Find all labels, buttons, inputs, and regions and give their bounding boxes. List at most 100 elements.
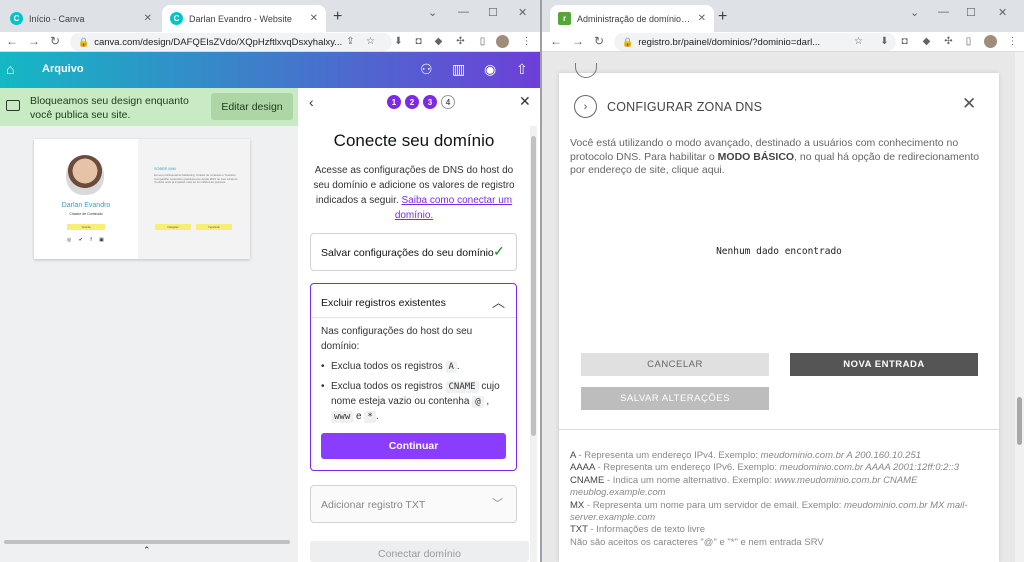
maximize-icon[interactable]: ☐ xyxy=(488,6,498,19)
reload-icon[interactable]: ↻ xyxy=(50,34,60,48)
banner-text: Bloqueamos seu design enquanto você publ… xyxy=(30,95,189,121)
legend-key: MX xyxy=(570,499,585,511)
menu-dots-icon[interactable]: ⋮ xyxy=(520,35,533,48)
design-instagram-button: Instagram xyxy=(155,224,191,230)
forward-icon[interactable]: → xyxy=(28,34,40,48)
back-icon[interactable]: ← xyxy=(6,34,18,48)
code-at: @ xyxy=(472,396,484,408)
legend-item-txt: TXT - Informações de texto livre xyxy=(570,524,990,536)
chevron-down-icon[interactable]: ⌄ xyxy=(428,6,437,19)
close-icon[interactable]: ✕ xyxy=(698,13,706,24)
partial-circle-icon xyxy=(575,63,597,78)
social-icons: ◎ ✔ f ▣ xyxy=(67,237,107,243)
back-chevron-icon[interactable]: ‹ xyxy=(309,94,314,110)
code-star: * xyxy=(364,411,376,423)
chevron-up-icon[interactable]: ︿ xyxy=(492,292,505,311)
forward-icon[interactable]: → xyxy=(572,34,584,48)
tab-registro[interactable]: r Administração de domínio - Reg ✕ xyxy=(550,5,714,32)
new-tab-icon[interactable]: + xyxy=(718,8,727,26)
continue-button[interactable]: Continuar xyxy=(321,433,506,459)
basic-mode-label: MODO BÁSICO xyxy=(717,150,795,163)
profile-avatar-icon[interactable] xyxy=(984,35,997,48)
lock-icon: 🔒 xyxy=(78,36,90,47)
reload-icon[interactable]: ↻ xyxy=(594,34,604,48)
tab-website[interactable]: C Darlan Evandro - Website ✕ xyxy=(162,5,326,32)
add-txt-step[interactable]: Adicionar registro TXT ﹀ xyxy=(310,485,517,523)
tab-canva-home[interactable]: C Início - Canva ✕ xyxy=(2,5,160,32)
metamask-icon[interactable]: ◆ xyxy=(432,35,445,48)
delete-records-step: Excluir registros existentes ︿ Nas confi… xyxy=(310,283,517,471)
panel-title: Conecte seu domínio xyxy=(333,131,495,150)
canva-favicon-icon: C xyxy=(10,12,23,25)
step-2: 2 xyxy=(405,95,419,109)
page-scrollbar[interactable] xyxy=(1015,52,1024,562)
sidebar-icon[interactable]: ▯ xyxy=(962,35,975,48)
eye-icon[interactable]: ◉ xyxy=(484,61,496,78)
monitor-icon xyxy=(6,100,20,111)
star-icon[interactable]: ☆ xyxy=(364,35,377,48)
chevron-down-icon[interactable]: ⌄ xyxy=(910,6,919,19)
chevron-down-icon: ﹀ xyxy=(492,498,503,510)
bullet-text: e xyxy=(353,411,365,422)
cancel-button[interactable]: CANCELAR xyxy=(581,353,769,376)
profile-photo xyxy=(66,155,104,195)
chevron-up-icon[interactable]: ⌃ xyxy=(143,545,151,556)
code-cname: CNAME xyxy=(445,381,479,393)
stepper: 1 2 3 4 xyxy=(387,95,455,109)
star-icon[interactable]: ☆ xyxy=(852,35,865,48)
minimize-icon[interactable]: — xyxy=(458,6,469,18)
metamask-icon[interactable]: ◆ xyxy=(920,35,933,48)
extensions-puzzle-icon[interactable]: ✣ xyxy=(454,35,467,48)
camera-extension-icon[interactable]: ◘ xyxy=(412,35,425,48)
close-icon[interactable]: ✕ xyxy=(962,94,976,114)
extensions-puzzle-icon[interactable]: ✣ xyxy=(942,35,955,48)
close-icon[interactable]: ✕ xyxy=(310,13,318,24)
close-icon[interactable]: ✕ xyxy=(144,13,152,24)
browser-toolbar: ← → ↻ 🔒 registro.br/painel/dominios/?dom… xyxy=(542,32,1024,52)
design-about-heading: SOBRE MIM xyxy=(154,167,176,171)
save-changes-button[interactable]: SALVAR ALTERAÇÕES xyxy=(581,387,769,410)
profile-avatar-icon[interactable] xyxy=(496,35,509,48)
browser-toolbar: ← → ↻ 🔒 canva.com/design/DAFQEIsZVdo/XQp… xyxy=(0,32,540,52)
save-settings-step[interactable]: Salvar configurações do seu domínio ✓ xyxy=(310,233,517,271)
panel-scrollbar[interactable] xyxy=(530,126,537,562)
download-extension-icon[interactable]: ⬇ xyxy=(878,35,891,48)
maximize-icon[interactable]: ☐ xyxy=(966,6,976,19)
sidebar-icon[interactable]: ▯ xyxy=(476,35,489,48)
analytics-icon[interactable]: ▥ xyxy=(452,61,465,78)
code-a: A xyxy=(445,361,457,373)
connect-domain-button[interactable]: Conectar domínio xyxy=(310,541,529,562)
people-icon[interactable]: ⚇ xyxy=(420,61,433,78)
legend-text: - Informações de texto livre xyxy=(587,524,705,536)
design-preview[interactable]: Darlan Evandro Criador de Conteúdo Youtu… xyxy=(34,139,250,259)
record-types-legend: A - Representa um endereço IPv4. Exemplo… xyxy=(570,450,990,549)
dns-zone-modal: › CONFIGURAR ZONA DNS ✕ Você está utiliz… xyxy=(559,63,999,562)
bullet-punct: , xyxy=(483,396,490,407)
file-menu[interactable]: Arquivo xyxy=(42,63,84,75)
delete-records-instructions: Nas configurações do host do seu domínio… xyxy=(321,324,511,424)
window-close-icon[interactable]: ✕ xyxy=(518,6,527,19)
back-icon[interactable]: ← xyxy=(550,34,562,48)
url-text: registro.br/painel/dominios/?dominio=dar… xyxy=(638,36,821,48)
url-text: canva.com/design/DAFQEIsZVdo/XQpHzftlxvq… xyxy=(94,36,343,48)
learn-more-link[interactable]: Saiba como conectar um domínio. xyxy=(395,195,512,221)
canvas-horizontal-scrollbar[interactable] xyxy=(4,540,294,544)
chevron-right-circle-icon[interactable]: › xyxy=(574,95,597,118)
legend-item-mx: MX - Representa um nome para um servidor… xyxy=(570,500,990,525)
new-tab-icon[interactable]: + xyxy=(333,8,342,26)
window-close-icon[interactable]: ✕ xyxy=(998,6,1007,19)
menu-dots-icon[interactable]: ⋮ xyxy=(1006,35,1019,48)
new-entry-button[interactable]: NOVA ENTRADA xyxy=(790,353,978,376)
tab-title: Darlan Evandro - Website xyxy=(189,13,292,24)
camera-extension-icon[interactable]: ◘ xyxy=(898,35,911,48)
minimize-icon[interactable]: — xyxy=(938,6,949,18)
locked-banner: Bloqueamos seu design enquanto você publ… xyxy=(0,88,298,126)
upload-share-icon[interactable]: ⇧ xyxy=(516,61,528,78)
design-about-text: Eu sou profissional de Marketing, Criado… xyxy=(154,174,238,185)
download-extension-icon[interactable]: ⬇ xyxy=(392,35,405,48)
share-icon[interactable]: ⇪ xyxy=(344,35,357,48)
close-icon[interactable]: ✕ xyxy=(519,93,531,110)
edit-design-button[interactable]: Editar design xyxy=(211,93,293,120)
legend-item-cname: CNAME - Indica um nome alternativo. Exem… xyxy=(570,475,990,500)
home-icon[interactable]: ⌂ xyxy=(6,61,14,77)
